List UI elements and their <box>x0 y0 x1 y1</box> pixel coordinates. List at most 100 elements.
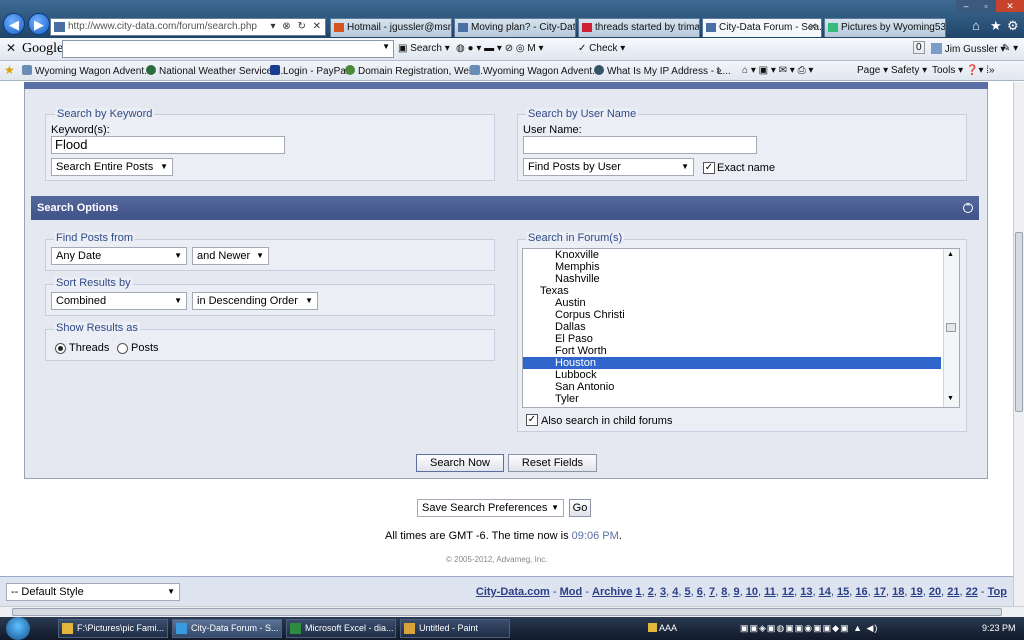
style-select[interactable]: -- Default Style ▼ <box>6 583 180 601</box>
minimize-button[interactable]: – <box>956 0 976 12</box>
tab-pictures[interactable]: Pictures by Wyoming53 - ... <box>824 18 946 37</box>
scroll-thumb[interactable] <box>946 323 956 332</box>
forum-list-scrollbar[interactable]: ▲ ▼ <box>943 249 959 407</box>
tab-moving-plan[interactable]: Moving plan? - City-Data ... <box>454 18 576 37</box>
user-account-button[interactable]: Jim Gussler ▾ <box>931 43 1005 55</box>
keyword-input[interactable]: Flood <box>51 136 285 154</box>
threads-radio[interactable] <box>55 343 66 354</box>
check-button[interactable]: ✓ Check ▾ <box>578 43 625 54</box>
date-select[interactable]: Any Date ▼ <box>51 247 187 265</box>
chevron-down-icon[interactable]: ▼ <box>382 42 390 51</box>
page-menu[interactable]: Page ▾ <box>857 65 888 76</box>
favorites-star-icon[interactable]: ★ <box>990 18 1002 34</box>
forum-option[interactable]: Houston <box>523 357 941 369</box>
page-scroll-thumb[interactable] <box>1015 232 1023 412</box>
username-input[interactable] <box>523 136 757 154</box>
user-mode-select[interactable]: Find Posts by User ▼ <box>523 158 694 176</box>
go-button[interactable]: Go <box>569 499 591 517</box>
city-data-link[interactable]: City-Data.com <box>476 586 550 598</box>
archive-page-link[interactable]: 22 <box>966 586 978 598</box>
favorites-star-icon[interactable]: ★ <box>4 63 15 77</box>
forum-option[interactable]: El Paso <box>523 333 941 345</box>
task-paint[interactable]: Untitled - Paint <box>400 619 510 638</box>
child-forums-checkbox[interactable]: ✓ <box>526 414 538 426</box>
archive-page-link[interactable]: 9 <box>733 586 739 598</box>
mod-link[interactable]: Mod <box>560 586 583 598</box>
maximize-button[interactable]: ▫ <box>976 0 996 12</box>
google-search-input[interactable]: ▼ <box>62 40 394 58</box>
forum-option[interactable]: Memphis <box>523 261 941 273</box>
page-horizontal-scrollbar[interactable] <box>0 606 1024 617</box>
forum-option[interactable]: Knoxville <box>523 249 941 261</box>
reset-fields-button[interactable]: Reset Fields <box>508 454 597 472</box>
tab-city-data-search[interactable]: City-Data Forum - Sea... ✕ <box>702 18 822 37</box>
sort-field-select[interactable]: Combined ▼ <box>51 292 187 310</box>
archive-page-link[interactable]: 19 <box>910 586 922 598</box>
save-preferences-select[interactable]: Save Search Preferences ▼ <box>417 499 564 517</box>
scroll-down-icon[interactable]: ▼ <box>947 395 954 402</box>
forum-option[interactable]: San Antonio <box>523 381 941 393</box>
back-button[interactable]: ◀ <box>3 13 25 35</box>
favorite-link[interactable]: Wyoming Wagon Advent... <box>470 65 600 77</box>
archive-link[interactable]: Archive <box>592 586 632 598</box>
archive-page-link[interactable]: 5 <box>684 586 690 598</box>
settings-gear-icon[interactable]: ⚙ <box>1007 18 1019 34</box>
exact-name-checkbox[interactable]: ✓ <box>703 162 715 174</box>
archive-page-link[interactable]: 2 <box>648 586 654 598</box>
forum-option[interactable]: Tyler <box>523 393 941 405</box>
toolbar-icons[interactable]: ◍ ● ▾ ▬ ▾ ⊘ ◎ M ▾ <box>456 43 544 54</box>
archive-page-link[interactable]: 16 <box>855 586 867 598</box>
forum-option[interactable]: Lubbock <box>523 369 941 381</box>
direction-select[interactable]: and Newer ▼ <box>192 247 269 265</box>
search-now-button[interactable]: Search Now <box>416 454 504 472</box>
forum-option[interactable]: Fort Worth <box>523 345 941 357</box>
archive-page-link[interactable]: 13 <box>800 586 812 598</box>
favorite-link[interactable]: National Weather Service ... <box>146 65 283 77</box>
archive-page-link[interactable]: 4 <box>672 586 678 598</box>
close-tab-icon[interactable]: ✕ <box>809 19 817 36</box>
address-controls-icon[interactable]: ▾ ⊗ ↻ ✕ <box>271 19 324 35</box>
forum-option[interactable]: Austin <box>523 297 941 309</box>
keyword-scope-select[interactable]: Search Entire Posts ▼ <box>51 158 173 176</box>
sort-order-select[interactable]: in Descending Order ▼ <box>192 292 318 310</box>
top-link[interactable]: Top <box>988 586 1007 598</box>
archive-page-link[interactable]: 7 <box>709 586 715 598</box>
forum-option[interactable]: Texas <box>523 285 941 297</box>
task-excel[interactable]: Microsoft Excel - dia... <box>286 619 396 638</box>
tab-hotmail[interactable]: Hotmail - jgussler@msn... <box>330 18 452 37</box>
page-hscroll-thumb[interactable] <box>12 608 1002 616</box>
forum-option[interactable]: Dallas <box>523 321 941 333</box>
favorite-link[interactable]: Domain Registration, Web... <box>345 65 483 77</box>
collapse-icon[interactable]: ⌃ <box>963 203 973 213</box>
archive-page-link[interactable]: 11 <box>764 586 776 598</box>
archive-page-link[interactable]: 15 <box>837 586 849 598</box>
archive-page-link[interactable]: 1 <box>635 586 641 598</box>
forum-listbox[interactable]: Knoxville Memphis Nashville Texas Austin Corp… <box>522 248 960 408</box>
close-toolbar-icon[interactable]: ✕ <box>6 41 16 55</box>
safety-menu[interactable]: Safety ▾ <box>891 65 927 76</box>
aaa-folder[interactable]: AAA <box>648 623 677 633</box>
system-tray-icons[interactable]: ▣▣◈▣◍▣▣◉▣▣◆▣ ▲ ◀) <box>740 623 878 634</box>
start-button[interactable] <box>6 617 30 640</box>
forum-option[interactable]: Nashville <box>523 273 941 285</box>
archive-page-link[interactable]: 18 <box>892 586 904 598</box>
favorite-link[interactable]: Wyoming Wagon Advent... <box>22 65 152 77</box>
favorite-link[interactable]: What Is My IP Address - L... <box>594 65 731 77</box>
archive-page-link[interactable]: 10 <box>746 586 758 598</box>
archive-page-link[interactable]: 3 <box>660 586 666 598</box>
search-options-header[interactable]: Search Options ⌃ <box>31 196 979 220</box>
page-vertical-scrollbar[interactable] <box>1013 82 1024 606</box>
posts-radio[interactable] <box>117 343 128 354</box>
archive-page-link[interactable]: 12 <box>782 586 794 598</box>
forum-option[interactable]: Corpus Christi <box>523 309 941 321</box>
help-icon[interactable]: ❓▾ ⁞» <box>966 65 995 76</box>
task-explorer[interactable]: F:\Pictures\pic Fami... <box>58 619 168 638</box>
archive-page-link[interactable]: 20 <box>929 586 941 598</box>
task-ie[interactable]: City-Data Forum - S... <box>172 619 282 638</box>
home-icon[interactable]: ⌂ ▾ ▣ ▾ ✉ ▾ ⎙ ▾ <box>742 65 813 76</box>
tab-threads-started[interactable]: threads started by trimac ... <box>578 18 700 37</box>
archive-page-link[interactable]: 8 <box>721 586 727 598</box>
scroll-up-icon[interactable]: ▲ <box>947 251 954 258</box>
address-bar[interactable]: http://www.city-data.com/forum/search.ph… <box>50 18 326 36</box>
wrench-icon[interactable]: ✎ ▾ <box>1002 43 1018 54</box>
